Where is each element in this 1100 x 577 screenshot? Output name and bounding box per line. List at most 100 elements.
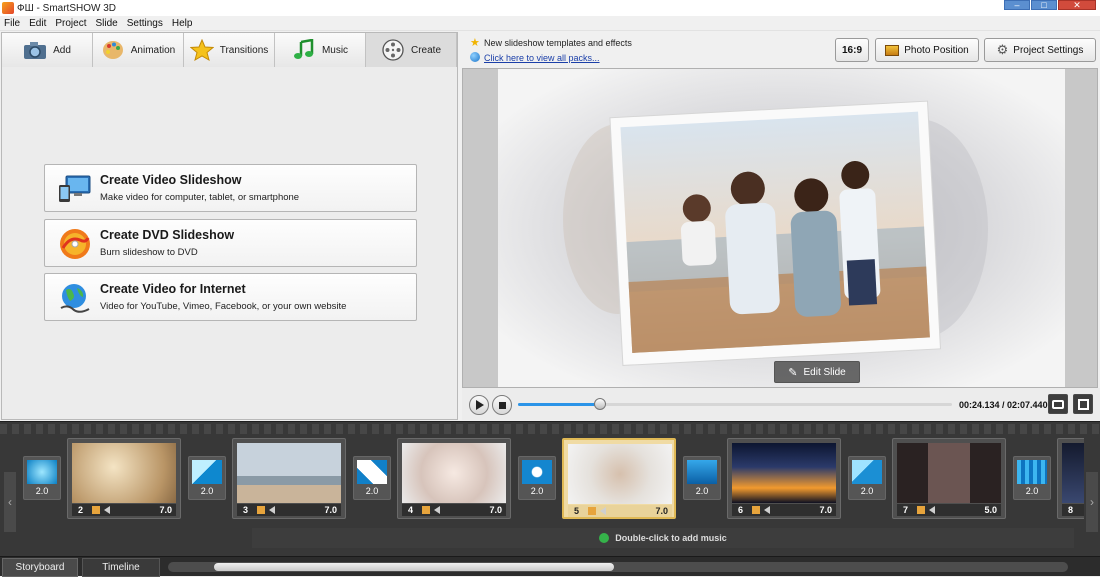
dvd-disc-icon — [58, 228, 92, 260]
music-track-lane[interactable]: Double-click to add music — [252, 528, 1074, 548]
transition-item[interactable]: 2.0 — [848, 456, 886, 500]
close-button[interactable]: ✕ — [1058, 0, 1096, 10]
view-all-packs-link[interactable]: Click here to view all packs... — [484, 53, 600, 63]
slide-item[interactable]: 2 7.0 — [67, 438, 181, 519]
slide-number: 5 — [574, 506, 580, 516]
film-perforation — [0, 424, 1100, 434]
slide-item[interactable]: 4 7.0 — [397, 438, 511, 519]
pencil-icon: ✎ — [788, 366, 798, 379]
tab-storyboard[interactable]: Storyboard — [2, 558, 78, 577]
slide-item-selected[interactable]: 5 7.0 — [562, 438, 676, 519]
tab-timeline[interactable]: Timeline — [82, 558, 160, 577]
transition-thumbnail — [687, 460, 717, 484]
seek-bar[interactable] — [518, 398, 952, 410]
create-video-slideshow-option[interactable]: Create Video Slideshow Make video for co… — [44, 164, 417, 212]
slide-sound-icon[interactable] — [600, 507, 606, 515]
slide-edit-icon[interactable] — [752, 506, 760, 514]
music-note-icon — [292, 39, 316, 61]
minimize-button[interactable]: – — [1004, 0, 1030, 10]
slide-thumbnail — [732, 443, 836, 503]
preview-toolbar: ★ New slideshow templates and effects Cl… — [462, 32, 1100, 68]
music-hint: Double-click to add music — [615, 533, 727, 543]
aspect-ratio-button[interactable]: 16:9 — [835, 38, 869, 62]
transition-item[interactable]: 2.0 — [23, 456, 61, 500]
slide-edit-icon[interactable] — [422, 506, 430, 514]
time-readout: 00:24.134 / 02:07.440 — [959, 400, 1048, 410]
scroll-right-button[interactable]: › — [1086, 472, 1098, 532]
stop-button[interactable] — [492, 395, 512, 415]
slide-sound-icon[interactable] — [929, 506, 935, 514]
tab-animation[interactable]: Animation — [93, 33, 184, 67]
create-dvd-slideshow-title: Create DVD Slideshow — [100, 228, 235, 242]
left-panel: Add Animation Transitions Music Create C… — [1, 32, 458, 420]
slide-number: 7 — [903, 505, 909, 515]
transition-thumbnail — [192, 460, 222, 484]
slide-duration: 7.0 — [324, 505, 337, 515]
create-dvd-slideshow-subtitle: Burn slideshow to DVD — [100, 247, 198, 258]
tab-create[interactable]: Create — [366, 33, 457, 67]
scroll-left-button[interactable]: ‹ — [4, 472, 16, 532]
camera-icon — [23, 39, 47, 61]
play-icon — [476, 400, 484, 410]
horizontal-scrollbar[interactable] — [168, 562, 1068, 572]
transition-duration: 2.0 — [1025, 486, 1039, 496]
transition-item[interactable]: 2.0 — [683, 456, 721, 500]
transition-duration: 2.0 — [200, 486, 214, 496]
slide-edit-icon[interactable] — [257, 506, 265, 514]
slide-edit-icon[interactable] — [92, 506, 100, 514]
slide-duration: 7.0 — [489, 505, 502, 515]
menu-slide[interactable]: Slide — [95, 18, 117, 29]
tab-transitions[interactable]: Transitions — [184, 33, 275, 67]
photo-position-button[interactable]: Photo Position — [875, 38, 979, 62]
transition-item[interactable]: 2.0 — [188, 456, 226, 500]
menu-help[interactable]: Help — [172, 18, 193, 29]
transition-item[interactable]: 2.0 — [1013, 456, 1051, 500]
slide-item[interactable]: 6 7.0 — [727, 438, 841, 519]
create-dvd-slideshow-option[interactable]: Create DVD Slideshow Burn slideshow to D… — [44, 219, 417, 267]
camera-icon — [1052, 399, 1064, 409]
slide-number: 2 — [78, 505, 84, 515]
seek-bar-handle[interactable] — [594, 398, 607, 410]
slide-sound-icon[interactable] — [269, 506, 275, 514]
tab-add[interactable]: Add — [2, 33, 93, 67]
info-globe-icon — [470, 52, 480, 62]
edit-slide-label: Edit Slide — [803, 366, 846, 378]
transition-item[interactable]: 2.0 — [353, 456, 391, 500]
slide-edit-icon[interactable] — [917, 506, 925, 514]
create-video-for-internet-title: Create Video for Internet — [100, 282, 246, 296]
edit-slide-button[interactable]: ✎ Edit Slide — [774, 361, 860, 383]
create-video-for-internet-option[interactable]: Create Video for Internet Video for YouT… — [44, 273, 417, 321]
photo-position-icon — [885, 44, 900, 56]
transition-thumbnail — [357, 460, 387, 484]
star-icon: ★ — [470, 37, 480, 49]
slide-item[interactable]: 7 5.0 — [892, 438, 1006, 519]
horizontal-scrollbar-thumb[interactable] — [214, 563, 614, 571]
slide-sound-icon[interactable] — [104, 506, 110, 514]
menu-settings[interactable]: Settings — [127, 18, 163, 29]
slide-info-bar: 5 7.0 — [568, 505, 672, 517]
slide-item[interactable]: 3 7.0 — [232, 438, 346, 519]
slide-sound-icon[interactable] — [764, 506, 770, 514]
tab-animation-label: Animation — [130, 44, 176, 56]
fullscreen-button[interactable] — [1073, 394, 1093, 414]
slide-edit-icon[interactable] — [588, 507, 596, 515]
transition-duration: 2.0 — [35, 486, 49, 496]
snapshot-button[interactable] — [1048, 394, 1068, 414]
slide-strip: 2.0 2 7.0 2.0 3 7.0 2.0 4 7.0 2.0 5 7.0 … — [18, 434, 1084, 522]
globe-icon — [58, 282, 92, 314]
menu-file[interactable]: File — [4, 18, 20, 29]
menu-project[interactable]: Project — [55, 18, 86, 29]
play-button[interactable] — [469, 395, 489, 415]
maximize-button[interactable]: □ — [1031, 0, 1057, 10]
transition-item[interactable]: 2.0 — [518, 456, 556, 500]
tab-music[interactable]: Music — [275, 33, 366, 67]
slide-sound-icon[interactable] — [434, 506, 440, 514]
menu-edit[interactable]: Edit — [29, 18, 46, 29]
slide-info-bar: 3 7.0 — [237, 504, 341, 516]
project-settings-button[interactable]: ⚙ Project Settings — [984, 38, 1096, 62]
slide-duration: 5.0 — [984, 505, 997, 515]
palette-icon — [101, 39, 125, 61]
transition-duration: 2.0 — [365, 486, 379, 496]
slide-item[interactable]: 8 — [1057, 438, 1084, 519]
transition-thumbnail — [522, 460, 552, 484]
